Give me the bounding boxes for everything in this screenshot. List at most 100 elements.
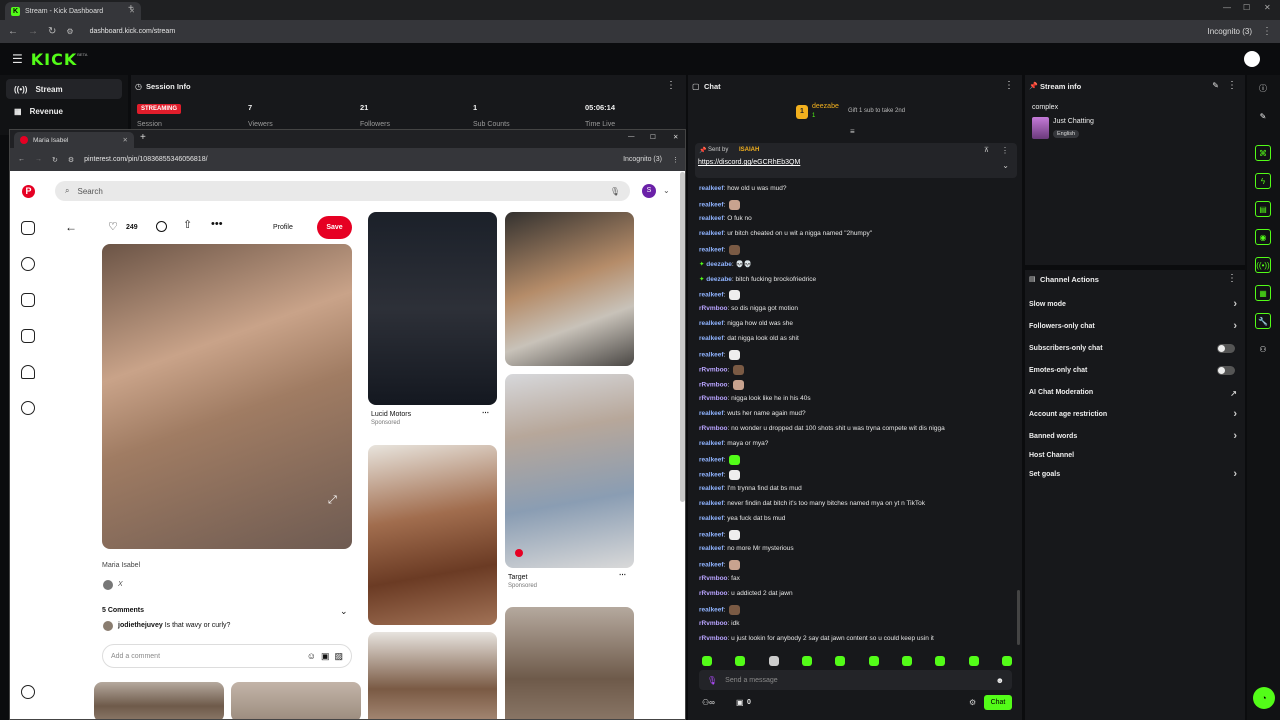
quick-emote-icon[interactable] <box>935 656 946 666</box>
minimize-window-icon[interactable]: — <box>1223 3 1231 12</box>
new-tab-icon[interactable]: + <box>128 3 134 14</box>
heart-icon[interactable]: ♡ <box>108 220 118 233</box>
chat-username[interactable]: realkeef <box>699 247 724 254</box>
sticker-icon[interactable]: ▣ <box>321 651 330 662</box>
chat-emote-icon[interactable] <box>733 380 745 390</box>
toggle-switch[interactable] <box>1217 366 1235 375</box>
pin-thumbnail[interactable] <box>231 682 361 719</box>
incognito-label[interactable]: Incognito (3) <box>623 156 662 163</box>
chat-username[interactable]: realkeef <box>699 545 724 552</box>
chat-username[interactable]: realkeef <box>699 320 724 327</box>
site-info-icon[interactable]: ⚙ <box>68 156 74 164</box>
main-pin-image[interactable] <box>102 244 352 549</box>
search-input[interactable]: Search <box>77 187 102 196</box>
chat-username[interactable]: rRvmboo <box>699 620 728 627</box>
toggle-switch[interactable] <box>1217 344 1235 353</box>
pin-title[interactable]: Lucid Motors <box>371 411 411 418</box>
home-icon[interactable] <box>21 221 35 235</box>
gift-sub-link[interactable]: Gift 1 sub to take 2nd <box>848 108 905 114</box>
people-icon[interactable]: ⚇∞ <box>702 698 715 707</box>
edit-pencil-icon[interactable]: ✎ <box>1212 81 1219 90</box>
chat-emote-icon[interactable] <box>729 605 741 615</box>
quick-emote-icon[interactable] <box>702 656 712 666</box>
pin-thumbnail[interactable] <box>505 607 634 719</box>
chat-username[interactable]: realkeef <box>699 292 724 299</box>
chat-username[interactable]: rRvmboo <box>699 425 728 432</box>
chat-emote-icon[interactable] <box>733 365 745 375</box>
session-menu-icon[interactable]: ⋮ <box>666 80 676 91</box>
comment-user[interactable]: jodiethejuvey <box>118 622 163 629</box>
stream-info-menu-icon[interactable]: ⋮ <box>1227 80 1237 91</box>
chat-username[interactable]: realkeef <box>699 515 724 522</box>
quick-emote-icon[interactable] <box>735 656 746 666</box>
chat-emote-icon[interactable] <box>729 245 741 255</box>
chat-username[interactable]: realkeef <box>699 230 724 237</box>
more-options-icon[interactable]: ⋯ <box>482 409 489 417</box>
new-tab-icon[interactable]: + <box>140 132 146 143</box>
pin-author-avatar[interactable] <box>103 580 113 590</box>
chat-emote-icon[interactable] <box>729 200 741 210</box>
chevron-right-icon[interactable]: › <box>1233 320 1237 332</box>
browser-tab[interactable]: K Stream - Kick Dashboard ✕ <box>5 2 141 20</box>
chat-username[interactable]: realkeef <box>699 485 724 492</box>
explore-icon[interactable] <box>21 257 35 271</box>
quick-emote-icon[interactable] <box>835 656 846 666</box>
chat-username[interactable]: realkeef <box>699 500 724 507</box>
chevron-right-icon[interactable]: › <box>1233 430 1237 442</box>
channel-action-row[interactable]: Followers-only chat › <box>1029 320 1241 332</box>
edit-pencil-icon[interactable]: ✎ <box>1255 108 1271 124</box>
chat-emote-icon[interactable] <box>729 290 741 300</box>
pin-thumbnail[interactable] <box>368 445 497 625</box>
user-avatar[interactable]: S <box>642 184 656 198</box>
reload-icon[interactable]: ↻ <box>48 26 56 37</box>
channel-action-row[interactable]: Slow mode › <box>1029 298 1241 310</box>
channel-actions-menu-icon[interactable]: ⋮ <box>1227 273 1237 284</box>
top-gifter-name[interactable]: deezabe <box>812 103 839 110</box>
image-icon[interactable]: ▨ <box>334 651 343 662</box>
share-icon[interactable]: ⇧ <box>183 218 192 231</box>
chat-username[interactable]: realkeef <box>699 352 724 359</box>
info-icon[interactable]: ⓘ <box>1255 80 1271 96</box>
chat-emote-icon[interactable] <box>729 530 741 540</box>
microphone-icon[interactable]: 🎙 <box>610 187 620 196</box>
chat-emote-icon[interactable] <box>729 560 741 570</box>
pin-title[interactable]: Target <box>508 574 527 581</box>
pinned-menu-icon[interactable]: ⋮ <box>1001 146 1009 155</box>
profile-dropdown[interactable]: Profile <box>273 224 293 231</box>
scrollbar[interactable] <box>680 172 685 502</box>
chat-bubble-icon[interactable]: ◉ <box>1255 229 1271 245</box>
back-icon[interactable]: ← <box>8 26 18 37</box>
site-info-icon[interactable]: ⚙ <box>66 27 73 36</box>
menu-dots-icon[interactable]: ⋮ <box>672 156 679 164</box>
maximize-window-icon[interactable]: ☐ <box>1243 3 1250 12</box>
quick-emote-icon[interactable] <box>1001 656 1012 666</box>
forward-icon[interactable]: → <box>35 156 42 163</box>
pinned-link[interactable]: https://discord.gg/eGCRhEb3QM <box>698 159 800 166</box>
chat-username[interactable]: realkeef <box>699 410 724 417</box>
chat-username[interactable]: realkeef <box>699 457 724 464</box>
chat-username[interactable]: realkeef <box>699 562 724 569</box>
channel-action-row[interactable]: Subscribers-only chat <box>1029 344 1241 353</box>
chat-menu-icon[interactable]: ⋮ <box>1004 80 1014 91</box>
incognito-label[interactable]: Incognito (3) <box>1208 27 1252 36</box>
pin-thumbnail[interactable] <box>368 632 497 719</box>
chat-username[interactable]: rRvmboo <box>699 395 728 402</box>
add-comment-field[interactable]: Add a comment ☺ ▣ ▨ <box>102 644 352 668</box>
quick-emote-icon[interactable] <box>868 656 879 666</box>
forward-icon[interactable]: → <box>28 26 38 37</box>
microphone-icon[interactable]: 🎙 <box>707 676 717 685</box>
chat-username[interactable]: rRvmboo <box>699 590 728 597</box>
chat-username[interactable]: realkeef <box>699 202 724 209</box>
url-field[interactable]: dashboard.kick.com/stream <box>90 28 176 35</box>
messages-icon[interactable] <box>21 401 35 415</box>
comments-header[interactable]: 5 Comments <box>102 607 144 614</box>
chat-username[interactable]: deezabe <box>706 261 732 268</box>
chat-emote-icon[interactable] <box>729 350 741 360</box>
maximize-window-icon[interactable]: ☐ <box>650 133 656 141</box>
people-icon[interactable]: ⚇ <box>1255 341 1271 357</box>
settings-gear-icon[interactable]: ⚙ <box>969 698 976 707</box>
channel-action-row[interactable]: Set goals › <box>1029 468 1241 480</box>
chevron-down-icon[interactable]: ⌄ <box>1002 161 1009 170</box>
more-options-icon[interactable]: ••• <box>211 218 223 230</box>
close-tab-icon[interactable]: ✕ <box>123 136 128 144</box>
